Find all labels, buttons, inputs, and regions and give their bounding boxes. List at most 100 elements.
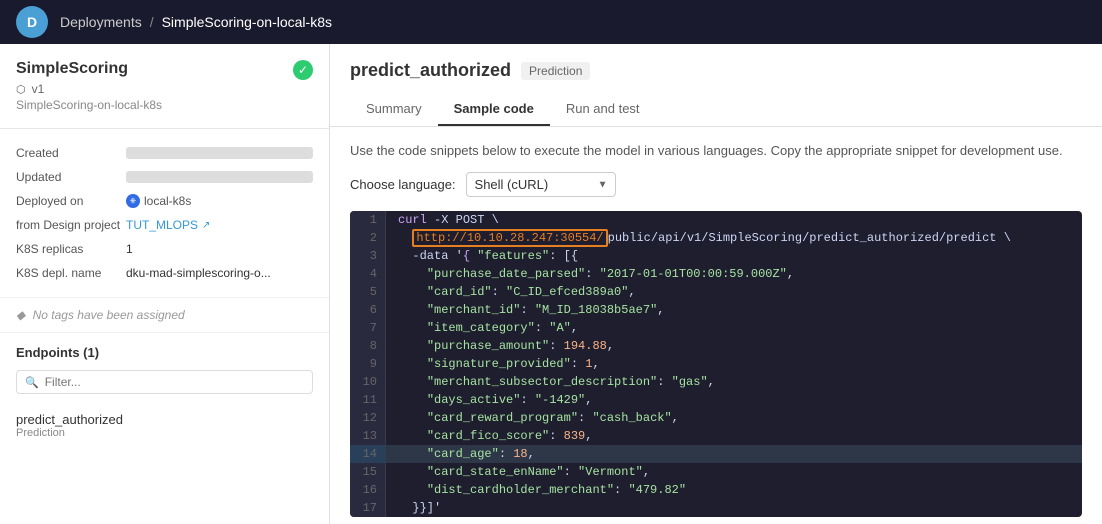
model-subtitle: SimpleScoring-on-local-k8s — [16, 98, 162, 112]
value-updated — [126, 171, 313, 183]
code-line-12: 12 "card_reward_program": "cash_back", — [350, 409, 1082, 427]
code-line-6: 6 "merchant_id": "M_ID_18038b5ae7", — [350, 301, 1082, 319]
code-block: 1 curl -X POST \ 2 http://10.10.28.247:3… — [350, 211, 1082, 517]
label-deployed: Deployed on — [16, 194, 126, 208]
breadcrumb-parent[interactable]: Deployments — [60, 14, 142, 30]
label-k8s-depl-name: K8S depl. name — [16, 266, 126, 280]
tab-summary[interactable]: Summary — [350, 93, 438, 126]
url-highlight: http://10.10.28.247:30554/ — [412, 229, 607, 247]
code-line-7: 7 "item_category": "A", — [350, 319, 1082, 337]
line-code-7: "item_category": "A", — [386, 319, 1082, 337]
filter-box[interactable]: 🔍 — [16, 370, 313, 394]
filter-input[interactable] — [45, 375, 304, 389]
tab-run-and-test[interactable]: Run and test — [550, 93, 656, 126]
info-row-design-project: from Design project TUT_MLOPS ↗ — [16, 213, 313, 237]
content-body: Use the code snippets below to execute t… — [330, 127, 1102, 524]
language-row: Choose language: Shell (cURL) Python R J… — [350, 172, 1082, 197]
line-number-1: 1 — [350, 211, 386, 229]
line-code-14: "card_age": 18, — [386, 445, 1082, 463]
value-deployed: ⎈ local-k8s — [126, 194, 313, 208]
line-code-1: curl -X POST \ — [386, 211, 1082, 229]
content-title: predict_authorized — [350, 60, 511, 81]
lang-select[interactable]: Shell (cURL) Python R Java — [466, 172, 616, 197]
endpoints-title: Endpoints (1) — [16, 345, 313, 360]
line-number-4: 4 — [350, 265, 386, 283]
line-code-10: "merchant_subsector_description": "gas", — [386, 373, 1082, 391]
model-version: ⬡ v1 — [16, 82, 162, 96]
code-line-10: 10 "merchant_subsector_description": "ga… — [350, 373, 1082, 391]
line-code-9: "signature_provided": 1, — [386, 355, 1082, 373]
tag-dot-icon: ◆ — [16, 308, 25, 322]
code-line-13: 13 "card_fico_score": 839, — [350, 427, 1082, 445]
tags-placeholder: No tags have been assigned — [33, 308, 185, 322]
line-number-10: 10 — [350, 373, 386, 391]
line-code-6: "merchant_id": "M_ID_18038b5ae7", — [386, 301, 1082, 319]
line-number-3: 3 — [350, 247, 386, 265]
endpoint-item[interactable]: predict_authorized Prediction — [16, 404, 313, 447]
line-code-12: "card_reward_program": "cash_back", — [386, 409, 1082, 427]
code-line-15: 15 "card_state_enName": "Vermont", — [350, 463, 1082, 481]
value-k8s-replicas: 1 — [126, 242, 313, 256]
breadcrumb-current: SimpleScoring-on-local-k8s — [162, 14, 332, 30]
line-number-13: 13 — [350, 427, 386, 445]
code-line-1: 1 curl -X POST \ — [350, 211, 1082, 229]
info-row-created: Created — [16, 141, 313, 165]
status-check-icon: ✓ — [293, 60, 313, 80]
lang-select-wrapper[interactable]: Shell (cURL) Python R Java ▼ — [466, 172, 616, 197]
description-text: Use the code snippets below to execute t… — [350, 143, 1082, 158]
tags-section: ◆ No tags have been assigned — [0, 298, 329, 333]
code-line-5: 5 "card_id": "C_ID_efced389a0", — [350, 283, 1082, 301]
sidebar-header: SimpleScoring ⬡ v1 SimpleScoring-on-loca… — [0, 44, 329, 129]
endpoints-section: Endpoints (1) 🔍 predict_authorized Predi… — [0, 333, 329, 459]
label-updated: Updated — [16, 170, 126, 184]
label-k8s-replicas: K8S replicas — [16, 242, 126, 256]
main-content: predict_authorized Prediction Summary Sa… — [330, 44, 1102, 524]
code-line-4: 4 "purchase_date_parsed": "2017-01-01T00… — [350, 265, 1082, 283]
k8s-icon: ⎈ — [126, 194, 140, 208]
sidebar: SimpleScoring ⬡ v1 SimpleScoring-on-loca… — [0, 44, 330, 524]
line-code-5: "card_id": "C_ID_efced389a0", — [386, 283, 1082, 301]
endpoint-name: predict_authorized — [16, 412, 313, 427]
app-logo: D — [16, 6, 48, 38]
code-line-2: 2 http://10.10.28.247:30554/public/api/v… — [350, 229, 1082, 247]
code-line-3: 3 -data '{ "features": [{ — [350, 247, 1082, 265]
breadcrumb-separator: / — [150, 14, 154, 30]
filter-icon: 🔍 — [25, 376, 39, 389]
line-number-5: 5 — [350, 283, 386, 301]
prediction-badge: Prediction — [521, 62, 590, 80]
value-design-project[interactable]: TUT_MLOPS ↗ — [126, 218, 313, 232]
line-code-3: -data '{ "features": [{ — [386, 247, 1082, 265]
info-row-k8s-depl-name: K8S depl. name dku-mad-simplescoring-o..… — [16, 261, 313, 285]
code-line-9: 9 "signature_provided": 1, — [350, 355, 1082, 373]
breadcrumb: Deployments / SimpleScoring-on-local-k8s — [60, 14, 332, 30]
line-code-13: "card_fico_score": 839, — [386, 427, 1082, 445]
value-k8s-depl-name: dku-mad-simplescoring-o... — [126, 266, 313, 280]
info-row-k8s-replicas: K8S replicas 1 — [16, 237, 313, 261]
code-line-11: 11 "days_active": "-1429", — [350, 391, 1082, 409]
title-row: predict_authorized Prediction — [350, 60, 1082, 81]
line-number-8: 8 — [350, 337, 386, 355]
code-line-14: 14 "card_age": 18, — [350, 445, 1082, 463]
line-number-15: 15 — [350, 463, 386, 481]
line-code-11: "days_active": "-1429", — [386, 391, 1082, 409]
tabs: Summary Sample code Run and test — [350, 93, 1082, 126]
line-number-2: 2 — [350, 229, 386, 247]
top-navigation: D Deployments / SimpleScoring-on-local-k… — [0, 0, 1102, 44]
line-code-17: }}]' — [386, 499, 1082, 517]
value-created — [126, 147, 313, 159]
tab-sample-code[interactable]: Sample code — [438, 93, 550, 126]
line-code-4: "purchase_date_parsed": "2017-01-01T00:0… — [386, 265, 1082, 283]
endpoint-type: Prediction — [16, 427, 313, 439]
version-icon: ⬡ — [16, 83, 26, 96]
line-number-12: 12 — [350, 409, 386, 427]
external-link-icon: ↗ — [202, 220, 210, 231]
label-design-project: from Design project — [16, 218, 126, 232]
line-number-7: 7 — [350, 319, 386, 337]
line-code-8: "purchase_amount": 194.88, — [386, 337, 1082, 355]
info-row-deployed: Deployed on ⎈ local-k8s — [16, 189, 313, 213]
content-header: predict_authorized Prediction Summary Sa… — [330, 44, 1102, 127]
code-line-8: 8 "purchase_amount": 194.88, — [350, 337, 1082, 355]
code-line-16: 16 "dist_cardholder_merchant": "479.82" — [350, 481, 1082, 499]
line-number-17: 17 — [350, 499, 386, 517]
code-line-17: 17 }}]' — [350, 499, 1082, 517]
